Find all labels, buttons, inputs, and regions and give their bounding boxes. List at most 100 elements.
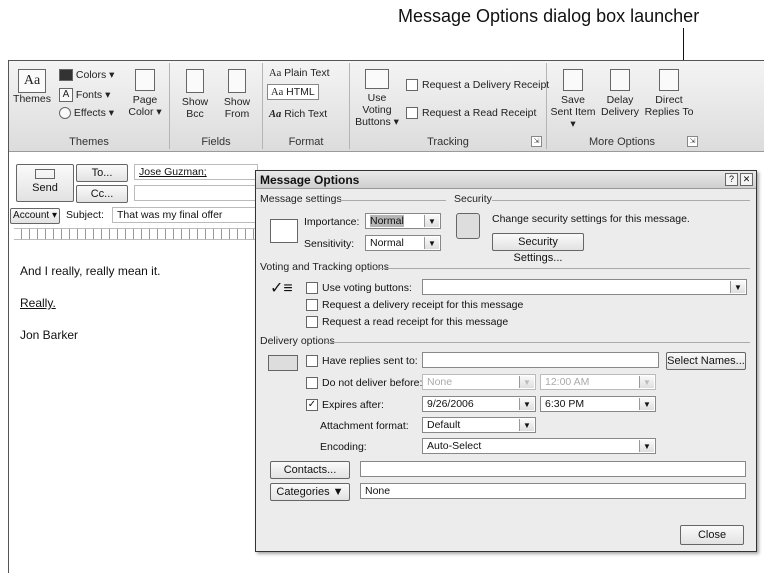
colors-label: Colors ▾ [75, 69, 115, 81]
request-read-checkbox[interactable] [306, 316, 318, 329]
voting-buttons-select[interactable]: ▼ [422, 279, 747, 295]
themes-button[interactable]: Aa Themes [12, 69, 52, 105]
close-button[interactable]: Close [680, 525, 744, 545]
sensitivity-select[interactable]: Normal ▼ [365, 235, 441, 251]
fonts-icon: A [59, 88, 73, 102]
group-themes: Aa Themes Colors ▾ A Fonts ▾ Effects ▾ P… [9, 63, 170, 149]
callout-caption: Message Options dialog box launcher [398, 6, 700, 26]
delivery-truck-icon [268, 355, 298, 371]
contacts-button[interactable]: Contacts... [270, 461, 350, 479]
do-not-deliver-option[interactable]: Do not deliver before: [306, 377, 422, 390]
do-not-deliver-checkbox[interactable] [306, 377, 318, 390]
voting-check-icon: ✓≡ [270, 280, 293, 297]
colors-button[interactable]: Colors ▾ [59, 69, 115, 82]
have-replies-option[interactable]: Have replies sent to: [306, 355, 418, 368]
cc-button[interactable]: Cc... [76, 185, 128, 203]
encoding-select[interactable]: Auto-Select ▼ [422, 438, 656, 454]
delivery-receipt-check[interactable] [406, 79, 418, 92]
envelope-icon [270, 219, 298, 243]
request-delivery-option[interactable]: Request a delivery receipt for this mess… [306, 299, 523, 312]
chevron-down-icon: ▼ [519, 376, 534, 388]
plain-text-label: Plain Text [284, 67, 330, 79]
delivery-receipt-label: Request a Delivery Receipt [422, 79, 550, 91]
attachment-format-value: Default [427, 419, 461, 431]
subject-field[interactable]: That was my final offer [112, 207, 258, 223]
categories-field[interactable]: None [360, 483, 746, 499]
help-icon[interactable]: ? [725, 173, 738, 186]
to-button[interactable]: To... [76, 164, 128, 182]
do-not-deliver-time: 12:00 AM ▼ [540, 374, 656, 390]
chevron-down-icon: ▼ [519, 398, 534, 410]
request-read-receipt-checkbox[interactable]: Request a Read Receipt [406, 107, 536, 120]
group-label-more-options: More Options [588, 136, 656, 148]
attachment-format-select[interactable]: Default ▼ [422, 417, 536, 433]
direct-replies-button[interactable]: Direct Replies To [643, 69, 695, 118]
rich-text-button[interactable]: Aa Rich Text [269, 108, 327, 120]
contacts-field[interactable] [360, 461, 746, 477]
dialog-title: Message Options [260, 173, 360, 187]
request-delivery-receipt-checkbox[interactable]: Request a Delivery Receipt [406, 79, 550, 92]
message-settings-heading: Message settings [260, 193, 342, 205]
to-field[interactable]: Jose Guzman; [134, 164, 258, 180]
account-button[interactable]: Account ▾ [10, 208, 60, 224]
replies-to-field[interactable] [422, 352, 659, 368]
group-format: Aa Plain Text Aa HTML Aa Rich Text Forma… [263, 63, 350, 149]
security-description: Change security settings for this messag… [492, 213, 690, 225]
body-line: Jon Barker [20, 328, 79, 342]
send-label: Send [32, 182, 58, 194]
html-label: HTML [286, 86, 315, 98]
use-voting-option[interactable]: Use voting buttons: [306, 282, 412, 295]
page-color-button[interactable]: Page Color ▾ [125, 69, 165, 118]
read-receipt-check[interactable] [406, 107, 418, 120]
effects-button[interactable]: Effects ▾ [59, 107, 114, 120]
do-not-deliver-date-value: None [427, 376, 453, 388]
effects-icon [59, 107, 71, 120]
chevron-down-icon: ▼ [519, 419, 534, 431]
cc-field[interactable] [134, 185, 258, 201]
expires-after-checkbox[interactable] [306, 399, 318, 412]
show-bcc-icon [186, 69, 204, 93]
chevron-down-icon: ▼ [639, 376, 654, 388]
delay-delivery-button[interactable]: Delay Delivery [599, 69, 641, 118]
request-read-option[interactable]: Request a read receipt for this message [306, 316, 508, 329]
expires-after-option[interactable]: Expires after: [306, 399, 384, 412]
have-replies-checkbox[interactable] [306, 355, 318, 368]
request-delivery-checkbox[interactable] [306, 299, 318, 312]
show-bcc-button[interactable]: Show Bcc [176, 69, 214, 120]
to-recipient: Jose Guzman; [139, 166, 207, 178]
delay-delivery-icon [610, 69, 630, 91]
use-voting-buttons-button[interactable]: Use Voting Buttons ▾ [352, 69, 402, 128]
do-not-deliver-date: None ▼ [422, 374, 536, 390]
html-button[interactable]: Aa HTML [267, 84, 319, 100]
fonts-label: Fonts ▾ [75, 88, 111, 101]
use-voting-checkbox[interactable] [306, 282, 318, 295]
importance-select[interactable]: Normal ▼ [365, 213, 441, 229]
save-sent-label: Save Sent Item ▾ [550, 94, 596, 130]
group-label-tracking: Tracking [427, 136, 469, 148]
expires-date[interactable]: 9/26/2006 ▼ [422, 396, 536, 412]
categories-button[interactable]: Categories ▼ [270, 483, 350, 501]
security-settings-button[interactable]: Security Settings... [492, 233, 584, 264]
select-names-button[interactable]: Select Names... [666, 352, 746, 370]
rich-text-label: Rich Text [284, 108, 328, 120]
divider [340, 200, 446, 201]
sensitivity-value: Normal [370, 237, 404, 249]
close-icon[interactable]: ✕ [740, 173, 753, 186]
expires-time-value: 6:30 PM [545, 398, 585, 410]
ruler [14, 228, 258, 240]
lock-icon [456, 213, 480, 239]
expires-date-value: 9/26/2006 [427, 398, 474, 410]
expires-after-label: Expires after: [322, 399, 384, 411]
save-sent-item-button[interactable]: Save Sent Item ▾ [549, 69, 597, 130]
show-from-button[interactable]: Show From [218, 69, 256, 120]
send-button[interactable]: Send [16, 164, 74, 202]
delay-delivery-label: Delay Delivery [601, 94, 639, 118]
importance-label: Importance: [304, 216, 360, 228]
body-line: Really. [20, 296, 56, 310]
delivery-options-heading: Delivery options [260, 335, 335, 347]
message-options-dialog: Message Options ? ✕ Message settings Imp… [255, 170, 757, 552]
fonts-button[interactable]: A Fonts ▾ [59, 88, 110, 102]
expires-time[interactable]: 6:30 PM ▼ [540, 396, 656, 412]
plain-text-button[interactable]: Aa Plain Text [269, 67, 330, 79]
chevron-down-icon: ▼ [424, 237, 439, 249]
